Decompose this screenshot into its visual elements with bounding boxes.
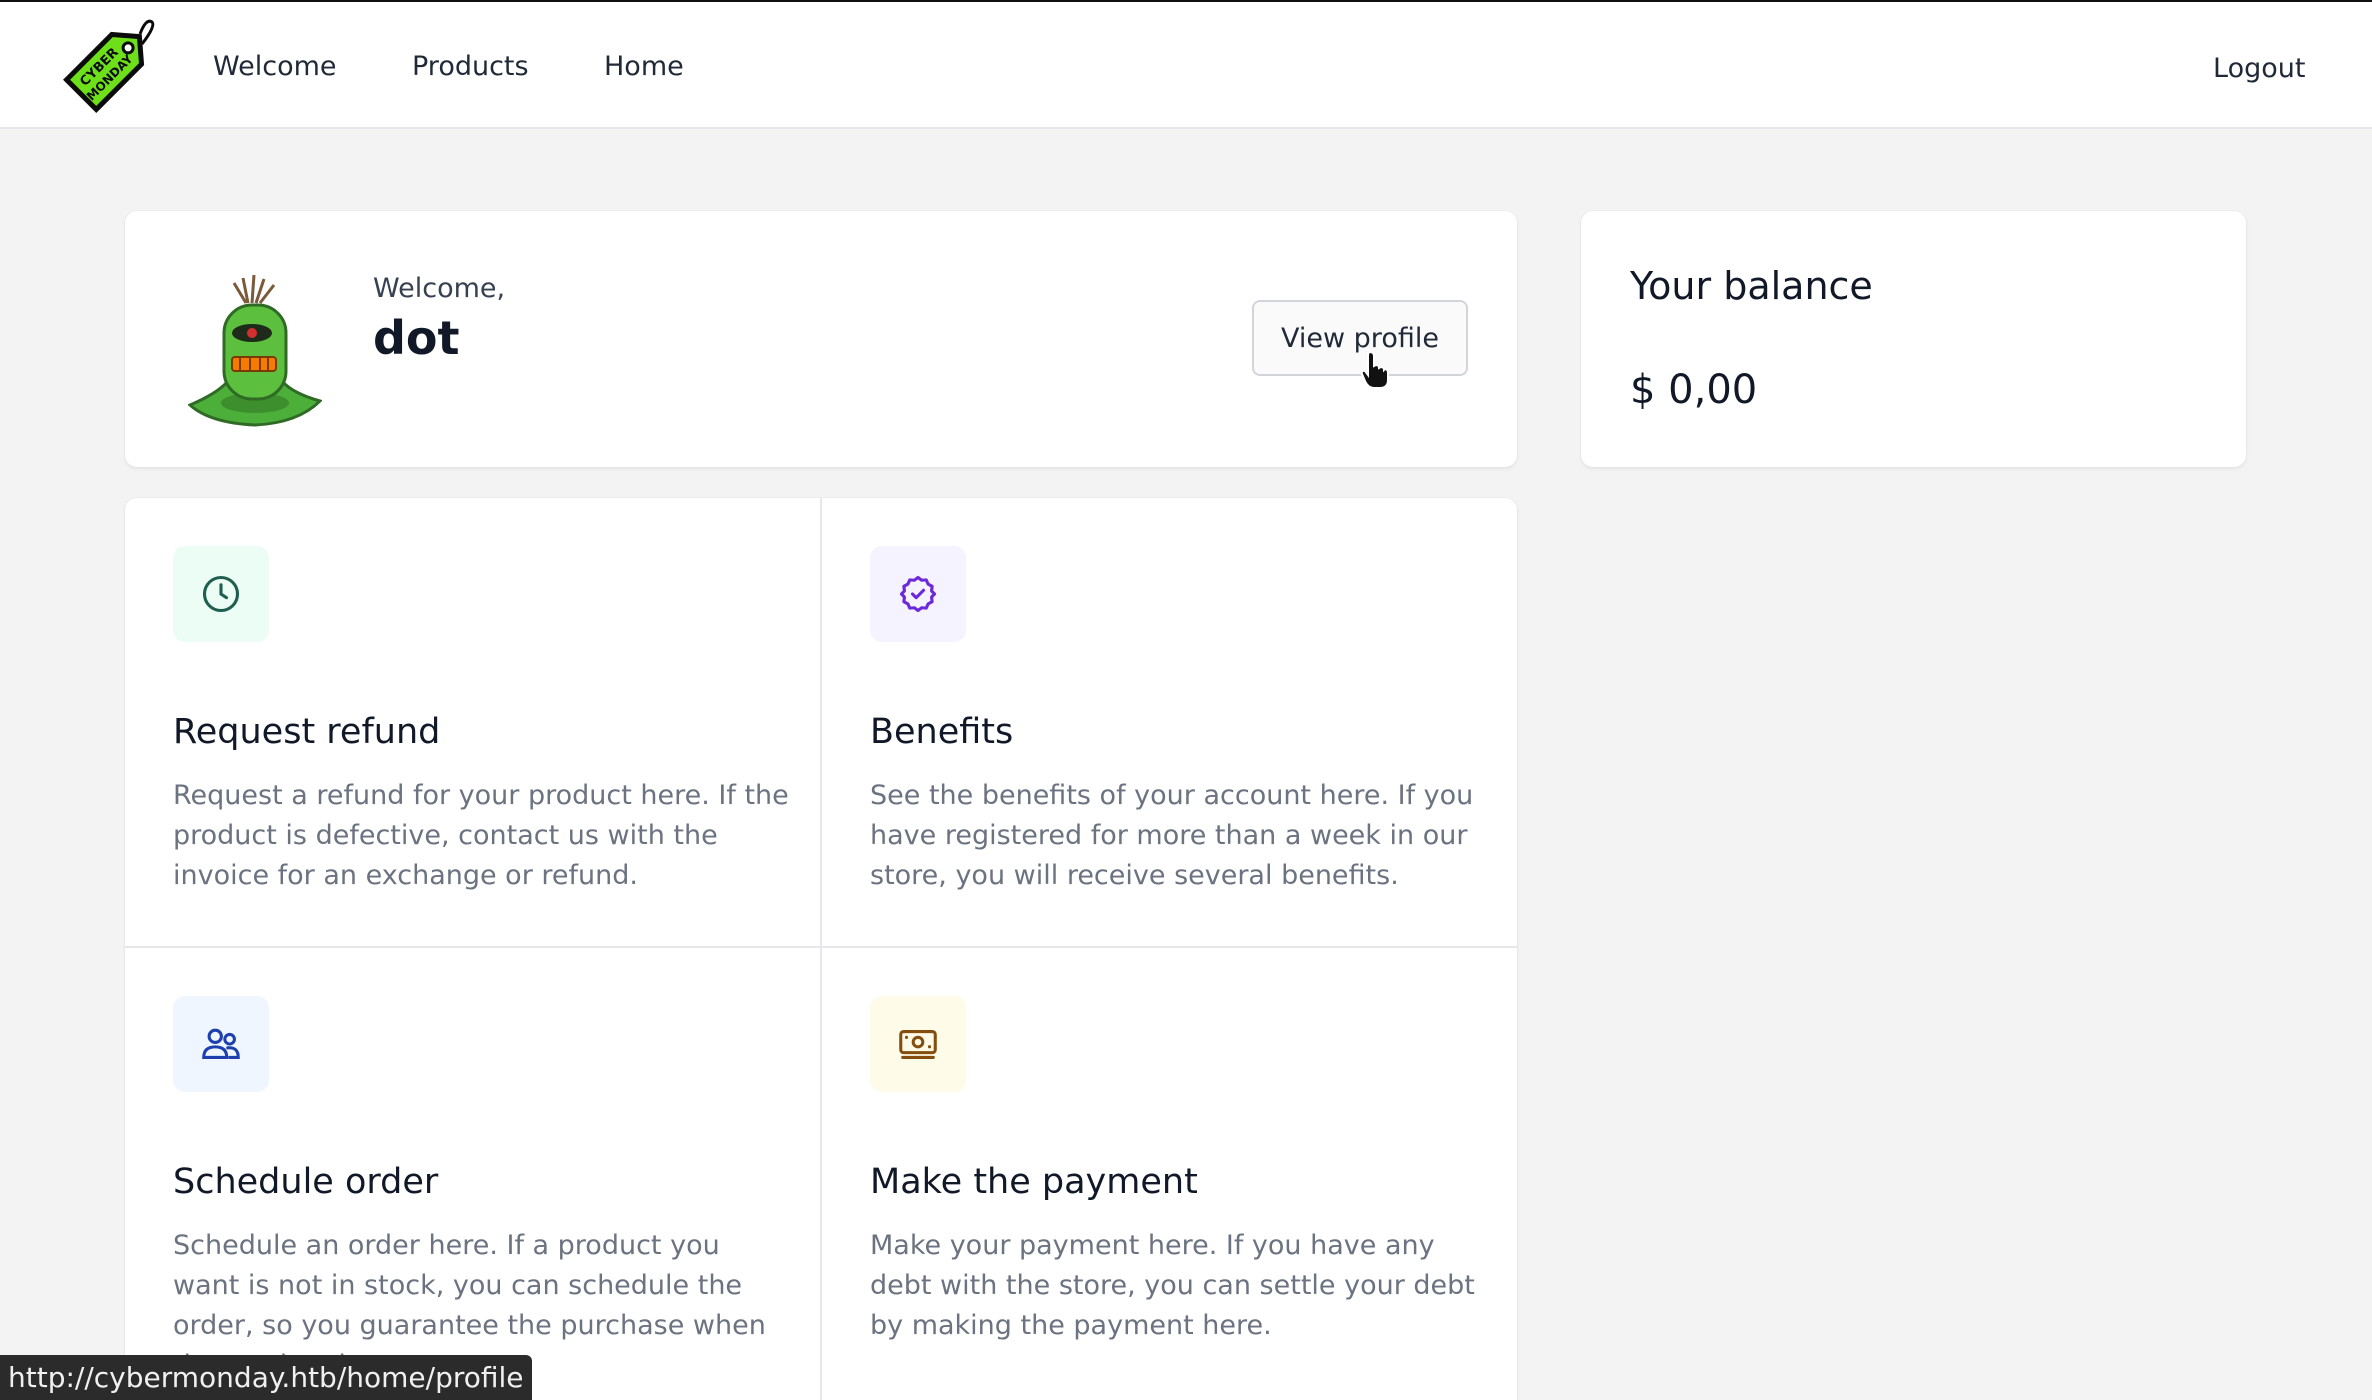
features-grid: Request refund Request a refund for your…: [125, 498, 1517, 1400]
balance-title: Your balance: [1630, 264, 1873, 308]
cyber-monday-logo[interactable]: CYBER MONDAY: [56, 16, 162, 118]
tile-title: Benefits: [870, 712, 1014, 752]
balance-amount: $ 0,00: [1630, 367, 1758, 413]
nav-link-home[interactable]: Home: [604, 50, 684, 84]
tile-description: See the benefits of your account here. I…: [870, 780, 1474, 891]
clock-icon: [173, 546, 269, 642]
tile-benefits[interactable]: Benefits See the benefits of your accoun…: [822, 498, 1517, 946]
tile-schedule-order[interactable]: Schedule order Schedule an order here. I…: [125, 948, 820, 1396]
balance-card: Your balance $ 0,00: [1581, 211, 2246, 467]
nav-link-products[interactable]: Products: [412, 50, 529, 84]
logout-link[interactable]: Logout: [2213, 52, 2305, 86]
nav-link-welcome[interactable]: Welcome: [213, 50, 337, 84]
hand-pointer-icon: [1360, 350, 1389, 389]
avatar: [188, 274, 322, 427]
tile-make-payment[interactable]: Make the payment Make your payment here.…: [822, 948, 1517, 1396]
badge-check-icon: [870, 546, 966, 642]
banknote-icon: [870, 996, 966, 1092]
tile-description: Request a refund for your product here. …: [173, 780, 789, 891]
welcome-greeting: Welcome,: [373, 273, 506, 304]
status-bar-url: http://cybermonday.htb/home/profile: [0, 1355, 532, 1400]
welcome-card: Welcome, dot View profile: [125, 211, 1517, 467]
users-icon: [173, 996, 269, 1092]
username: dot: [373, 311, 460, 365]
tile-title: Make the payment: [870, 1162, 1198, 1202]
navbar: CYBER MONDAY Welcome Products Home Logou…: [0, 2, 2372, 129]
tile-title: Request refund: [173, 712, 441, 752]
tile-request-refund[interactable]: Request refund Request a refund for your…: [125, 498, 820, 946]
tile-description: Make your payment here. If you have any …: [870, 1230, 1475, 1341]
tile-title: Schedule order: [173, 1162, 439, 1202]
